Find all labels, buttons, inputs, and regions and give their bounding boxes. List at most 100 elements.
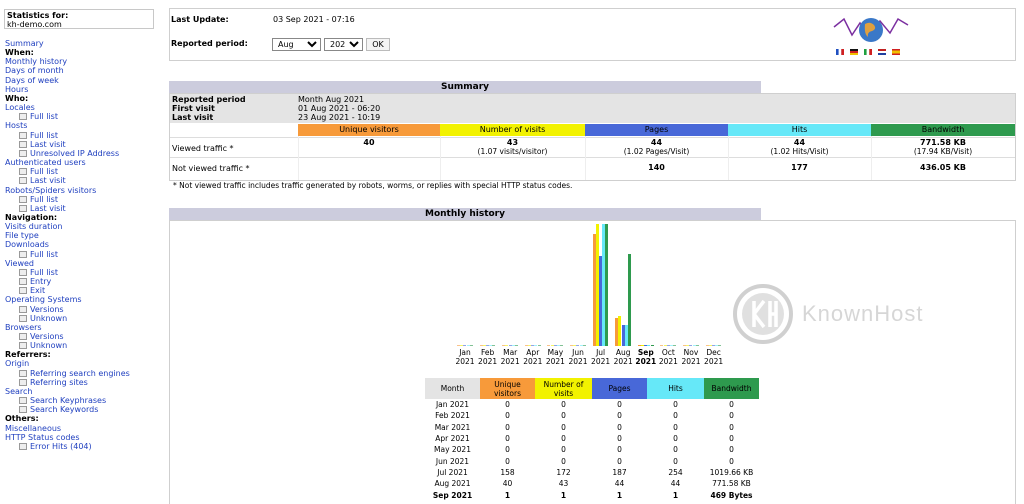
nav-visits-duration[interactable]: Visits duration (5, 222, 130, 231)
nav-origin[interactable]: Origin (5, 359, 130, 368)
nav-viewed-entry[interactable]: Entry (5, 277, 130, 286)
nav-http-status[interactable]: HTTP Status codes (5, 433, 130, 442)
nav-downloads[interactable]: Downloads (5, 240, 130, 249)
table-cell-pages: 0 (617, 456, 622, 466)
last-visit-label: Last visit (172, 113, 214, 122)
chart-bar-bandwidth-0 (469, 345, 473, 346)
table-cell-bandwidth: 0 (729, 400, 734, 410)
nav-browsers-versions[interactable]: Versions (5, 332, 130, 341)
chart-month-name: Jun (572, 348, 584, 357)
nav-viewed-full-list[interactable]: Full list (5, 268, 130, 277)
table-row: Apr 2021 0 0 0 0 0 (425, 433, 759, 444)
table-header-month: Month (425, 378, 480, 399)
nav-error-hits[interactable]: Error Hits (404) (5, 442, 130, 451)
nav-viewed[interactable]: Viewed (5, 259, 130, 268)
ok-button[interactable]: OK (366, 38, 390, 51)
summary-panel: Reported period Month Aug 2021 First visi… (169, 93, 1016, 181)
hits-viewed-ratio: (1.02 Hits/Visit) (770, 146, 829, 156)
nav-miscellaneous[interactable]: Miscellaneous (5, 424, 130, 433)
nav-browsers[interactable]: Browsers (5, 323, 130, 332)
sidebar: Statistics for: kh-demo.com Summary When:… (0, 0, 160, 504)
pages-not-viewed-value: 140 (648, 163, 665, 172)
chart-month-label: Jun 2021 (567, 348, 589, 366)
table-cell-unique-visitors: 0 (505, 456, 510, 466)
nav-viewed-exit[interactable]: Exit (5, 286, 130, 295)
nav-robots-last-visit[interactable]: Last visit (5, 204, 130, 213)
nav-hosts-unresolved-ip[interactable]: Unresolved IP Address (5, 149, 130, 158)
chart-month-year: 2021 (545, 357, 565, 366)
nav-robots-full-list[interactable]: Full list (5, 195, 130, 204)
nav-locales-full-list[interactable]: Full list (5, 112, 130, 121)
table-cell-bandwidth: 469 Bytes (710, 490, 753, 500)
nav-summary[interactable]: Summary (5, 39, 130, 48)
reported-period-row-label: Reported period (172, 95, 246, 104)
chart-month-name: Mar (503, 348, 518, 357)
table-header-unique-visitors: Unique visitors (480, 378, 535, 399)
nav-search-keywords[interactable]: Search Keywords (5, 405, 130, 414)
table-cell-number-of-visits: 0 (561, 400, 566, 410)
chart-bar-bandwidth-11 (718, 345, 722, 346)
nav-hours[interactable]: Hours (5, 85, 130, 94)
nav-hosts[interactable]: Hosts (5, 121, 130, 130)
table-cell-pages: 1 (616, 490, 623, 500)
nav-days-of-week[interactable]: Days of week (5, 76, 130, 85)
table-cell-pages: 0 (617, 422, 622, 432)
table-cell-pages: 0 (617, 434, 622, 444)
nav-os-unknown[interactable]: Unknown (5, 314, 130, 323)
nav-search-keyphrases[interactable]: Search Keyphrases (5, 396, 130, 405)
bandwidth-header: Bandwidth (871, 124, 1015, 136)
nav-operating-systems[interactable]: Operating Systems (5, 295, 130, 304)
table-cell-number-of-visits: 172 (556, 467, 571, 477)
nav-browsers-unknown[interactable]: Unknown (5, 341, 130, 350)
unique-visitors-viewed-value: 40 (363, 138, 375, 147)
nav-authenticated-users[interactable]: Authenticated users (5, 158, 130, 167)
nav-days-of-month[interactable]: Days of month (5, 66, 130, 75)
table-cell-hits: 44 (670, 479, 681, 489)
nav-hosts-full-list[interactable]: Full list (5, 131, 130, 140)
chart-bar-bandwidth-3 (537, 345, 541, 346)
table-row: Jun 2021 0 0 0 0 0 (425, 455, 759, 466)
chart-bar-bandwidth-8 (650, 345, 654, 346)
nav-robots[interactable]: Robots/Spiders visitors (5, 186, 130, 195)
nav-referring-sites[interactable]: Referring sites (5, 378, 130, 387)
table-row: Sep 2021 1 1 1 1 469 Bytes (425, 489, 759, 500)
table-cell-month: Jun 2021 (435, 456, 470, 466)
nav-locales[interactable]: Locales (5, 103, 130, 112)
table-header-pages: Pages (592, 378, 647, 399)
chart-month-label: Jan 2021 (454, 348, 476, 366)
nav-downloads-full-list[interactable]: Full list (5, 250, 130, 259)
unique-visitors-header: Unique visitors (298, 124, 440, 136)
nav-search[interactable]: Search (5, 387, 130, 396)
nav-referring-search-engines[interactable]: Referring search engines (5, 369, 130, 378)
table-cell-bandwidth: 1019.66 KB (709, 467, 754, 477)
table-cell-hits: 254 (668, 467, 683, 477)
nav-hosts-last-visit[interactable]: Last visit (5, 140, 130, 149)
nav-auth-full-list[interactable]: Full list (5, 167, 130, 176)
chart-month-label: May 2021 (544, 348, 566, 366)
table-cell-hits: 0 (673, 445, 678, 455)
table-cell-pages: 0 (617, 445, 622, 455)
chart-month-name: Sep (637, 348, 654, 357)
chart-month-name: May (547, 348, 564, 357)
table-cell-pages: 0 (617, 400, 622, 410)
nav-file-type[interactable]: File type (5, 231, 130, 240)
number-of-visits-viewed-cell: 43 (1.07 visits/visitor) (440, 138, 585, 156)
monthly-table: Month Unique visitors Number of visits Page… (425, 378, 759, 501)
number-of-visits-viewed-value: 43 (506, 138, 519, 147)
table-cell-bandwidth: 0 (729, 434, 734, 444)
table-row: Jul 2021 158 172 187 254 1019.66 KB (425, 467, 759, 478)
summary-column-divider (585, 136, 586, 180)
chart-month-label: Oct 2021 (657, 348, 679, 366)
chart-month-year: 2021 (613, 357, 633, 366)
first-visit-label: First visit (172, 104, 215, 113)
chart-month-year: 2021 (523, 357, 543, 366)
month-select[interactable]: Aug (272, 38, 321, 51)
year-select[interactable]: 2021 (324, 38, 363, 51)
nav-monthly-history[interactable]: Monthly history (5, 57, 130, 66)
nav-auth-last-visit[interactable]: Last visit (5, 176, 130, 185)
bandwidth-viewed-value: 771.58 KB (920, 138, 966, 147)
table-cell-unique-visitors: 0 (505, 422, 510, 432)
chart-month-year: 2021 (478, 357, 498, 366)
table-cell-number-of-visits: 0 (561, 434, 566, 444)
nav-os-versions[interactable]: Versions (5, 305, 130, 314)
